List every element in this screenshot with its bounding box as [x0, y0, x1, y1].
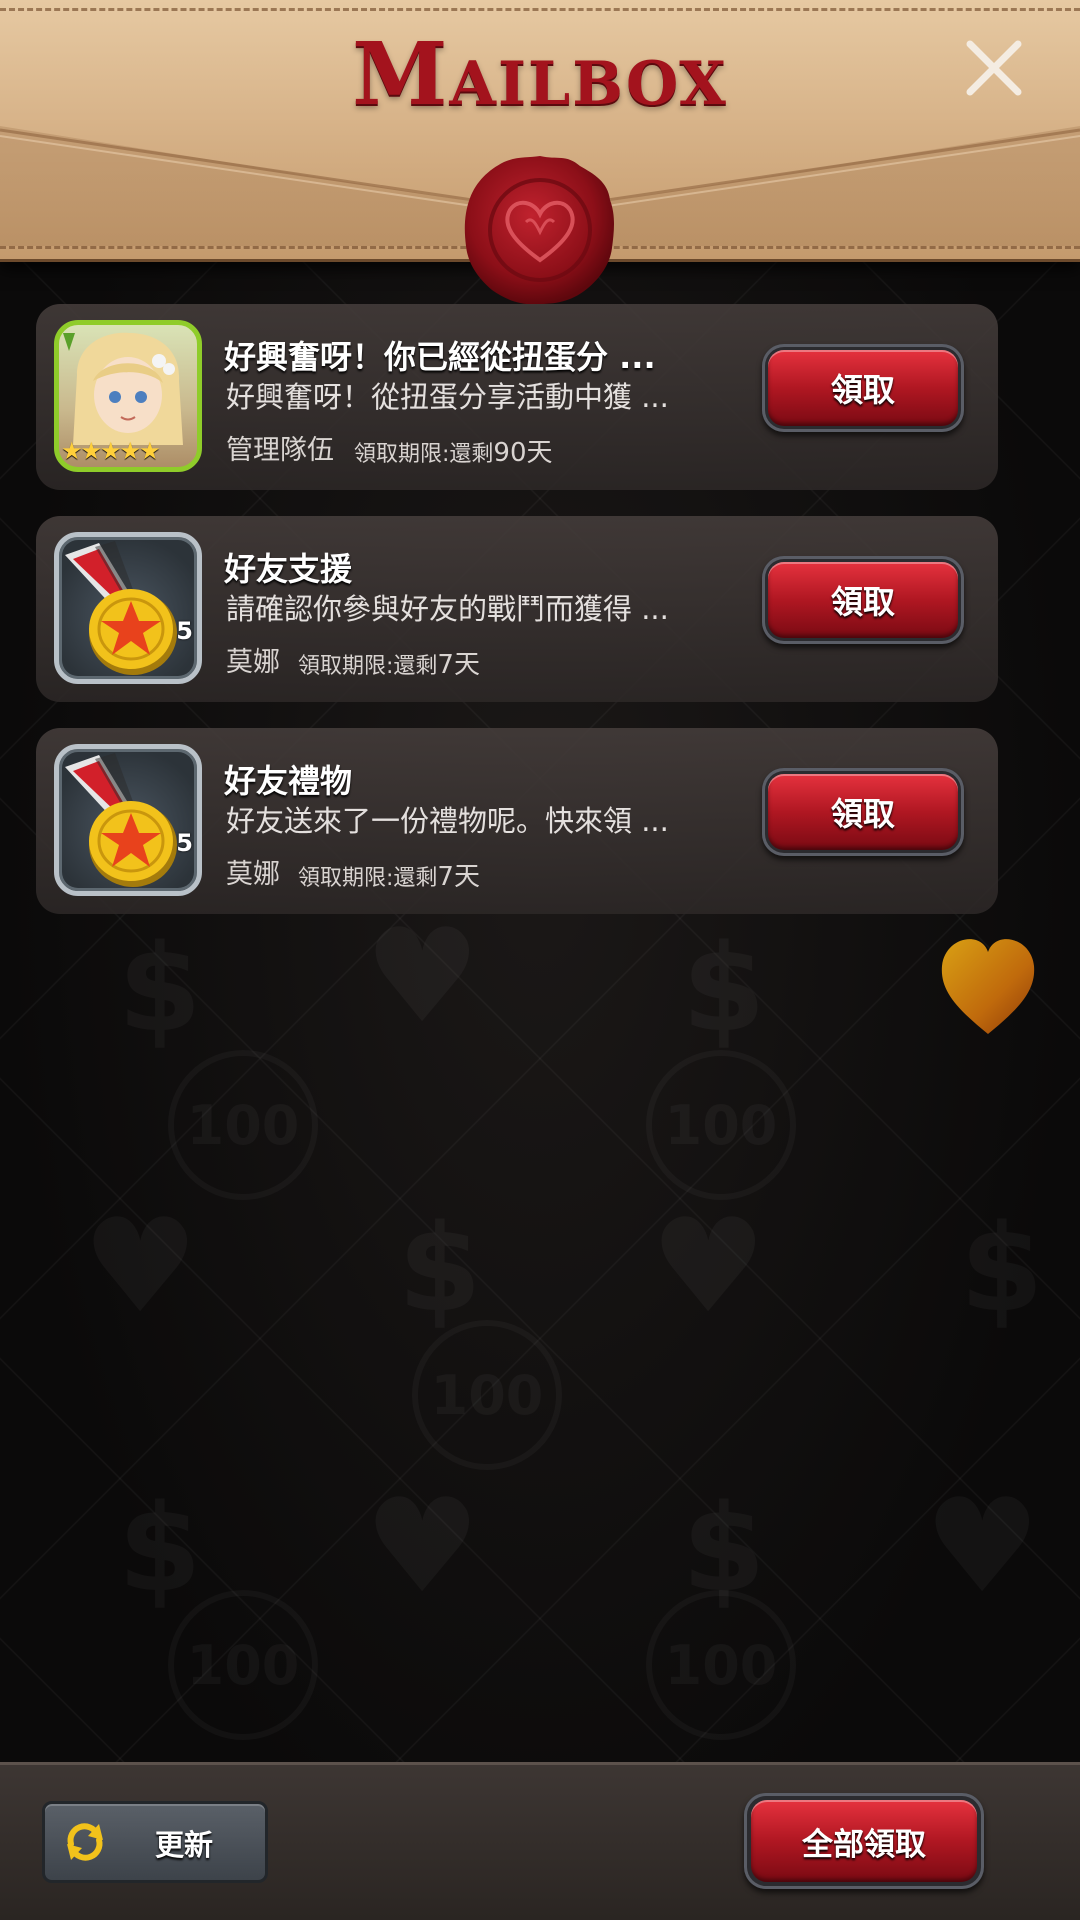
claim-all-button[interactable]: 全部領取: [744, 1793, 984, 1889]
coin-pattern-icon: 100: [646, 1050, 796, 1200]
mail-description: 好友送來了一份禮物呢。快來領 ...: [226, 804, 669, 838]
wax-seal-heart-icon: [464, 156, 614, 305]
expiry-days: 7天: [437, 650, 480, 680]
claim-button-label: 領取: [768, 774, 958, 850]
mail-description: 好興奮呀！從扭蛋分享活動中獲 ...: [226, 380, 669, 414]
coin-pattern-icon: 100: [412, 1320, 562, 1470]
gold-medal-icon: 5: [54, 532, 202, 684]
heart-pattern-icon: ♥: [364, 1470, 481, 1622]
expiry-label: 領取期限:還剩: [298, 654, 438, 679]
dollar-pattern-icon: $: [682, 1480, 766, 1619]
rarity-stars: ★★★★★: [61, 437, 161, 465]
mail-item[interactable]: 5 好友支援 請確認你參與好友的戰鬥而獲得 ... 莫娜 領取期限:還剩7天 領…: [36, 516, 998, 702]
mail-title: 好友禮物: [224, 762, 353, 800]
mail-title: 好興奮呀！你已經從扭蛋分 ...: [224, 338, 656, 376]
mail-item[interactable]: 5 好友禮物 好友送來了一份禮物呢。快來領 ... 莫娜 領取期限:還剩7天 領…: [36, 728, 998, 914]
hero-portrait-icon: ★★★★★: [54, 320, 202, 472]
gold-medal-art: [65, 753, 177, 887]
mail-sender: 管理隊伍: [226, 435, 334, 466]
item-count-badge: 5: [176, 829, 193, 857]
dollar-pattern-icon: $: [398, 1200, 482, 1339]
dollar-pattern-icon: $: [118, 920, 202, 1059]
claim-button[interactable]: 領取: [762, 344, 964, 432]
expiry-days: 7天: [437, 862, 480, 892]
heart-pattern-icon: ♥: [82, 1190, 199, 1342]
mail-expiry: 領取期限:還剩7天: [298, 856, 480, 893]
coin-pattern-icon: 100: [168, 1050, 318, 1200]
mail-list: ★★★★★ 好興奮呀！你已經從扭蛋分 ... 好興奮呀！從扭蛋分享活動中獲 ..…: [36, 304, 998, 940]
claim-button[interactable]: 領取: [762, 556, 964, 644]
dollar-pattern-icon: $: [118, 1480, 202, 1619]
claim-all-label: 全部領取: [751, 1800, 977, 1882]
refresh-label: 更新: [155, 1828, 214, 1862]
refresh-icon: [67, 1823, 103, 1861]
claim-button-label: 領取: [768, 562, 958, 638]
item-count-badge: 5: [176, 617, 193, 645]
heart-pattern-icon: ♥: [650, 1190, 767, 1342]
heart-pattern-icon: ♥: [924, 1470, 1041, 1622]
close-icon[interactable]: [962, 36, 1026, 100]
gold-medal-icon: 5: [54, 744, 202, 896]
mail-expiry: 領取期限:還剩90天: [354, 432, 553, 469]
dollar-pattern-icon: $: [682, 920, 766, 1059]
mail-item[interactable]: ★★★★★ 好興奮呀！你已經從扭蛋分 ... 好興奮呀！從扭蛋分享活動中獲 ..…: [36, 304, 998, 490]
claim-button-label: 領取: [768, 350, 958, 426]
heart-icon: [941, 939, 1035, 1034]
mail-title: 好友支援: [224, 550, 353, 588]
claim-button[interactable]: 領取: [762, 768, 964, 856]
dollar-pattern-icon: $: [960, 1200, 1044, 1339]
expiry-label: 領取期限:還剩: [298, 866, 438, 891]
header-stitching: [0, 8, 1080, 11]
mailbox-footer: 更新 全部領取: [0, 1762, 1080, 1920]
expiry-days: 90天: [493, 438, 553, 468]
mail-expiry: 領取期限:還剩7天: [298, 644, 480, 681]
expiry-label: 領取期限:還剩: [354, 442, 494, 467]
refresh-button[interactable]: 更新: [42, 1801, 268, 1883]
gold-medal-art: [65, 541, 177, 675]
page-title: Mailbox: [352, 24, 728, 125]
mail-description: 請確認你參與好友的戰鬥而獲得 ...: [226, 592, 669, 626]
mail-sender: 莫娜: [226, 647, 280, 678]
mail-sender: 莫娜: [226, 859, 280, 890]
